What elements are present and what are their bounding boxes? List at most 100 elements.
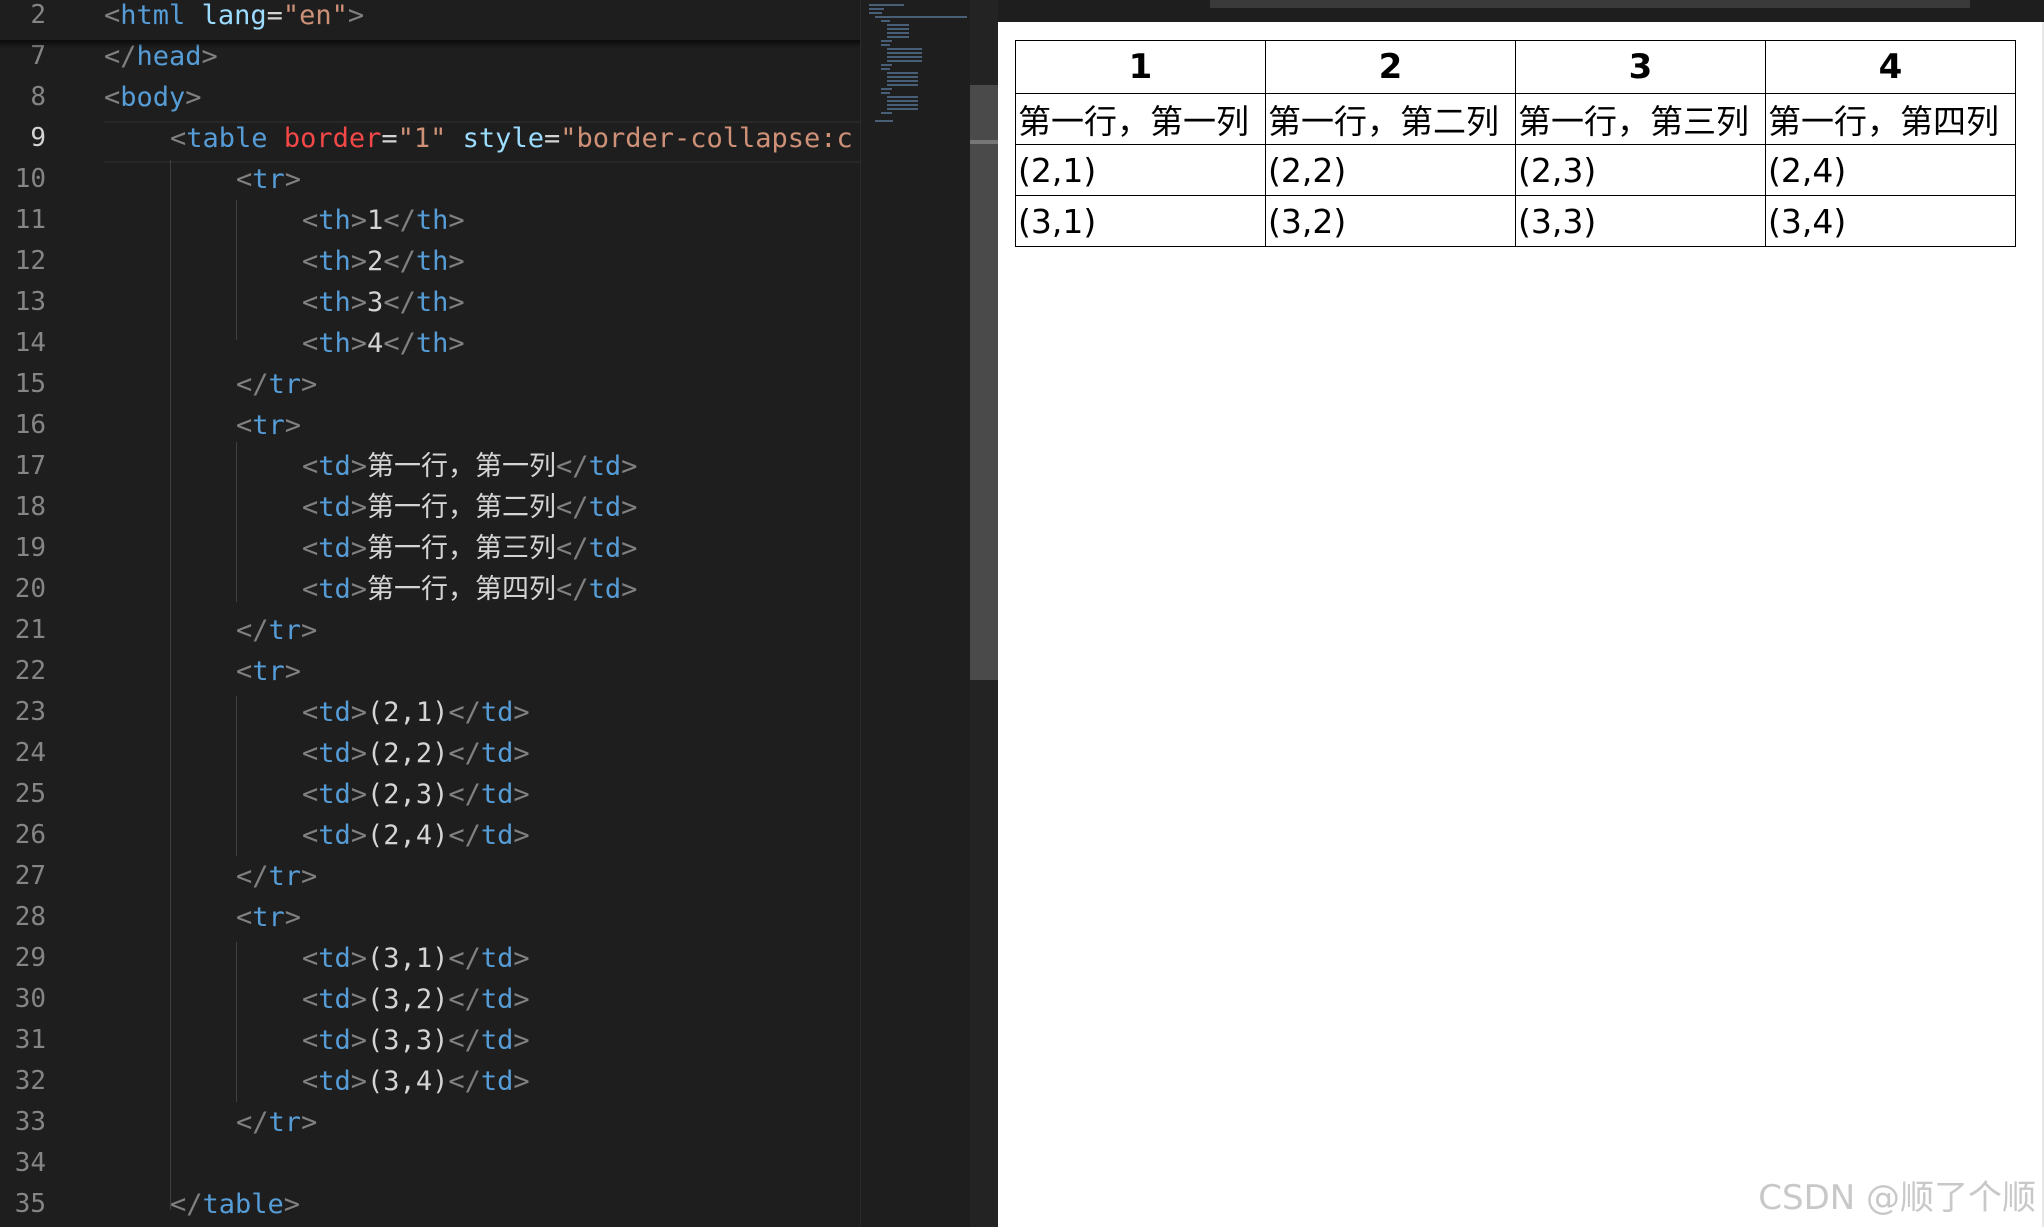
line-number: 23 xyxy=(14,697,46,727)
editor-scrollbar[interactable] xyxy=(970,0,998,1227)
code-line[interactable]: <html lang="en"> xyxy=(104,0,364,36)
code-line[interactable]: <th>3</th> xyxy=(302,282,465,323)
code-token: </ xyxy=(448,1066,481,1097)
code-token: tr xyxy=(268,861,302,892)
rendered-table: 1 2 3 4 第一行，第一列 第一行，第二列 第一行，第三列 第一行，第四列 … xyxy=(1015,40,2016,247)
code-token: tr xyxy=(268,369,302,400)
code-token: > xyxy=(301,615,318,646)
code-token: "en" xyxy=(282,0,348,31)
code-line[interactable]: <td>第一行，第二列</td> xyxy=(302,487,637,528)
code-line[interactable]: <td>(2,1)</td> xyxy=(302,692,530,733)
code-line[interactable]: <td>(3,1)</td> xyxy=(302,938,530,979)
line-number: 18 xyxy=(14,492,46,522)
minimap-line xyxy=(887,48,923,50)
code-token: (3,4) xyxy=(367,1066,449,1097)
table-row: (2,1) (2,2) (2,3) (2,4) xyxy=(1015,144,2016,196)
code-token: td xyxy=(318,451,351,482)
table-row: (3,1) (3,2) (3,3) (3,4) xyxy=(1015,195,2016,247)
code-line[interactable]: <table border="1" style="border-collapse… xyxy=(170,118,853,159)
code-token: table xyxy=(186,123,268,154)
code-token: (3,2) xyxy=(367,984,449,1015)
scrollbar-thumb[interactable] xyxy=(970,85,998,680)
code-area[interactable]: <html lang="en"> </head> <body> <table bord… xyxy=(100,0,860,1227)
code-line[interactable]: </tr> xyxy=(236,364,317,405)
code-token: </ xyxy=(236,1107,269,1138)
code-line[interactable]: <body> xyxy=(104,77,202,118)
minimap-line xyxy=(881,44,890,46)
table-cell: 第一行，第二列 xyxy=(1265,93,1516,145)
line-number: 16 xyxy=(14,410,46,440)
line-number: 27 xyxy=(14,861,46,891)
code-token: < xyxy=(302,1025,319,1056)
table-header-cell: 4 xyxy=(1765,40,2016,94)
code-token: </ xyxy=(556,451,589,482)
code-token: (2,4) xyxy=(367,820,449,851)
code-line[interactable]: <tr> xyxy=(236,897,301,938)
code-token: < xyxy=(302,328,319,359)
code-line[interactable]: <td>第一行，第一列</td> xyxy=(302,446,637,487)
table-cell: (3,2) xyxy=(1265,195,1516,247)
preview-top-bar xyxy=(998,0,2044,22)
code-line[interactable]: <th>2</th> xyxy=(302,241,465,282)
minimap-line xyxy=(887,56,923,58)
table-cell: (3,3) xyxy=(1515,195,1766,247)
line-number: 24 xyxy=(14,738,46,768)
code-token: </ xyxy=(170,1189,203,1220)
code-token: < xyxy=(104,0,121,31)
code-line[interactable]: <td>(3,4)</td> xyxy=(302,1061,530,1102)
indent-guide xyxy=(236,942,237,1102)
code-token: > xyxy=(350,533,368,564)
code-line[interactable]: </table> xyxy=(170,1184,300,1225)
code-line[interactable]: </tr> xyxy=(236,1102,317,1143)
code-editor[interactable]: 2 7 8 9 10 11 12 13 14 15 16 17 18 19 20 21 22 23 24 25 26 27… xyxy=(0,0,860,1227)
code-line[interactable]: <tr> xyxy=(236,405,301,446)
code-line[interactable]: <th>4</th> xyxy=(302,323,465,364)
code-token: </ xyxy=(448,1025,481,1056)
code-token: border xyxy=(283,123,382,154)
code-token: "1" xyxy=(397,123,447,154)
minimap-line xyxy=(887,36,909,38)
code-line[interactable]: </tr> xyxy=(236,856,317,897)
code-token: > xyxy=(350,328,368,359)
line-number: 12 xyxy=(14,246,46,276)
code-token: </ xyxy=(383,246,416,277)
table-cell: (2,4) xyxy=(1765,144,2016,196)
code-token: th xyxy=(415,205,449,236)
table-cell: 第一行，第三列 xyxy=(1515,93,1766,145)
code-token: td xyxy=(318,943,351,974)
code-line[interactable]: <td>(2,4)</td> xyxy=(302,815,530,856)
code-token: = xyxy=(543,123,561,154)
code-line[interactable]: <td>(3,2)</td> xyxy=(302,979,530,1020)
line-number: 28 xyxy=(14,902,46,932)
code-line[interactable]: <td>(3,3)</td> xyxy=(302,1020,530,1061)
table-row: 第一行，第一列 第一行，第二列 第一行，第三列 第一行，第四列 xyxy=(1015,93,2016,145)
code-line[interactable]: </tr> xyxy=(236,610,317,651)
code-token: > xyxy=(350,451,368,482)
line-number: 29 xyxy=(14,943,46,973)
table-cell: (2,3) xyxy=(1515,144,1766,196)
code-line[interactable]: <tr> xyxy=(236,651,301,692)
code-token: < xyxy=(236,164,253,195)
code-line[interactable]: <td>第一行，第三列</td> xyxy=(302,528,637,569)
code-token: td xyxy=(318,779,351,810)
code-line[interactable]: <th>1</th> xyxy=(302,200,465,241)
code-token: > xyxy=(513,943,530,974)
code-token: </ xyxy=(236,369,269,400)
minimap-line xyxy=(881,64,892,66)
code-token: > xyxy=(350,246,368,277)
code-token: > xyxy=(513,697,530,728)
code-token: td xyxy=(318,738,351,769)
code-line[interactable]: <td>第一行，第四列</td> xyxy=(302,569,637,610)
code-token: < xyxy=(236,902,253,933)
code-token: </ xyxy=(556,492,589,523)
code-token: > xyxy=(284,656,302,687)
code-token: > xyxy=(301,1107,318,1138)
code-line[interactable]: <td>(2,3)</td> xyxy=(302,774,530,815)
minimap[interactable] xyxy=(860,0,971,1227)
code-line[interactable]: <td>(2,2)</td> xyxy=(302,733,530,774)
code-token: < xyxy=(302,574,319,605)
line-number: 17 xyxy=(14,451,46,481)
code-token: td xyxy=(588,451,622,482)
code-line[interactable]: <tr> xyxy=(236,159,301,200)
minimap-line xyxy=(881,68,890,70)
